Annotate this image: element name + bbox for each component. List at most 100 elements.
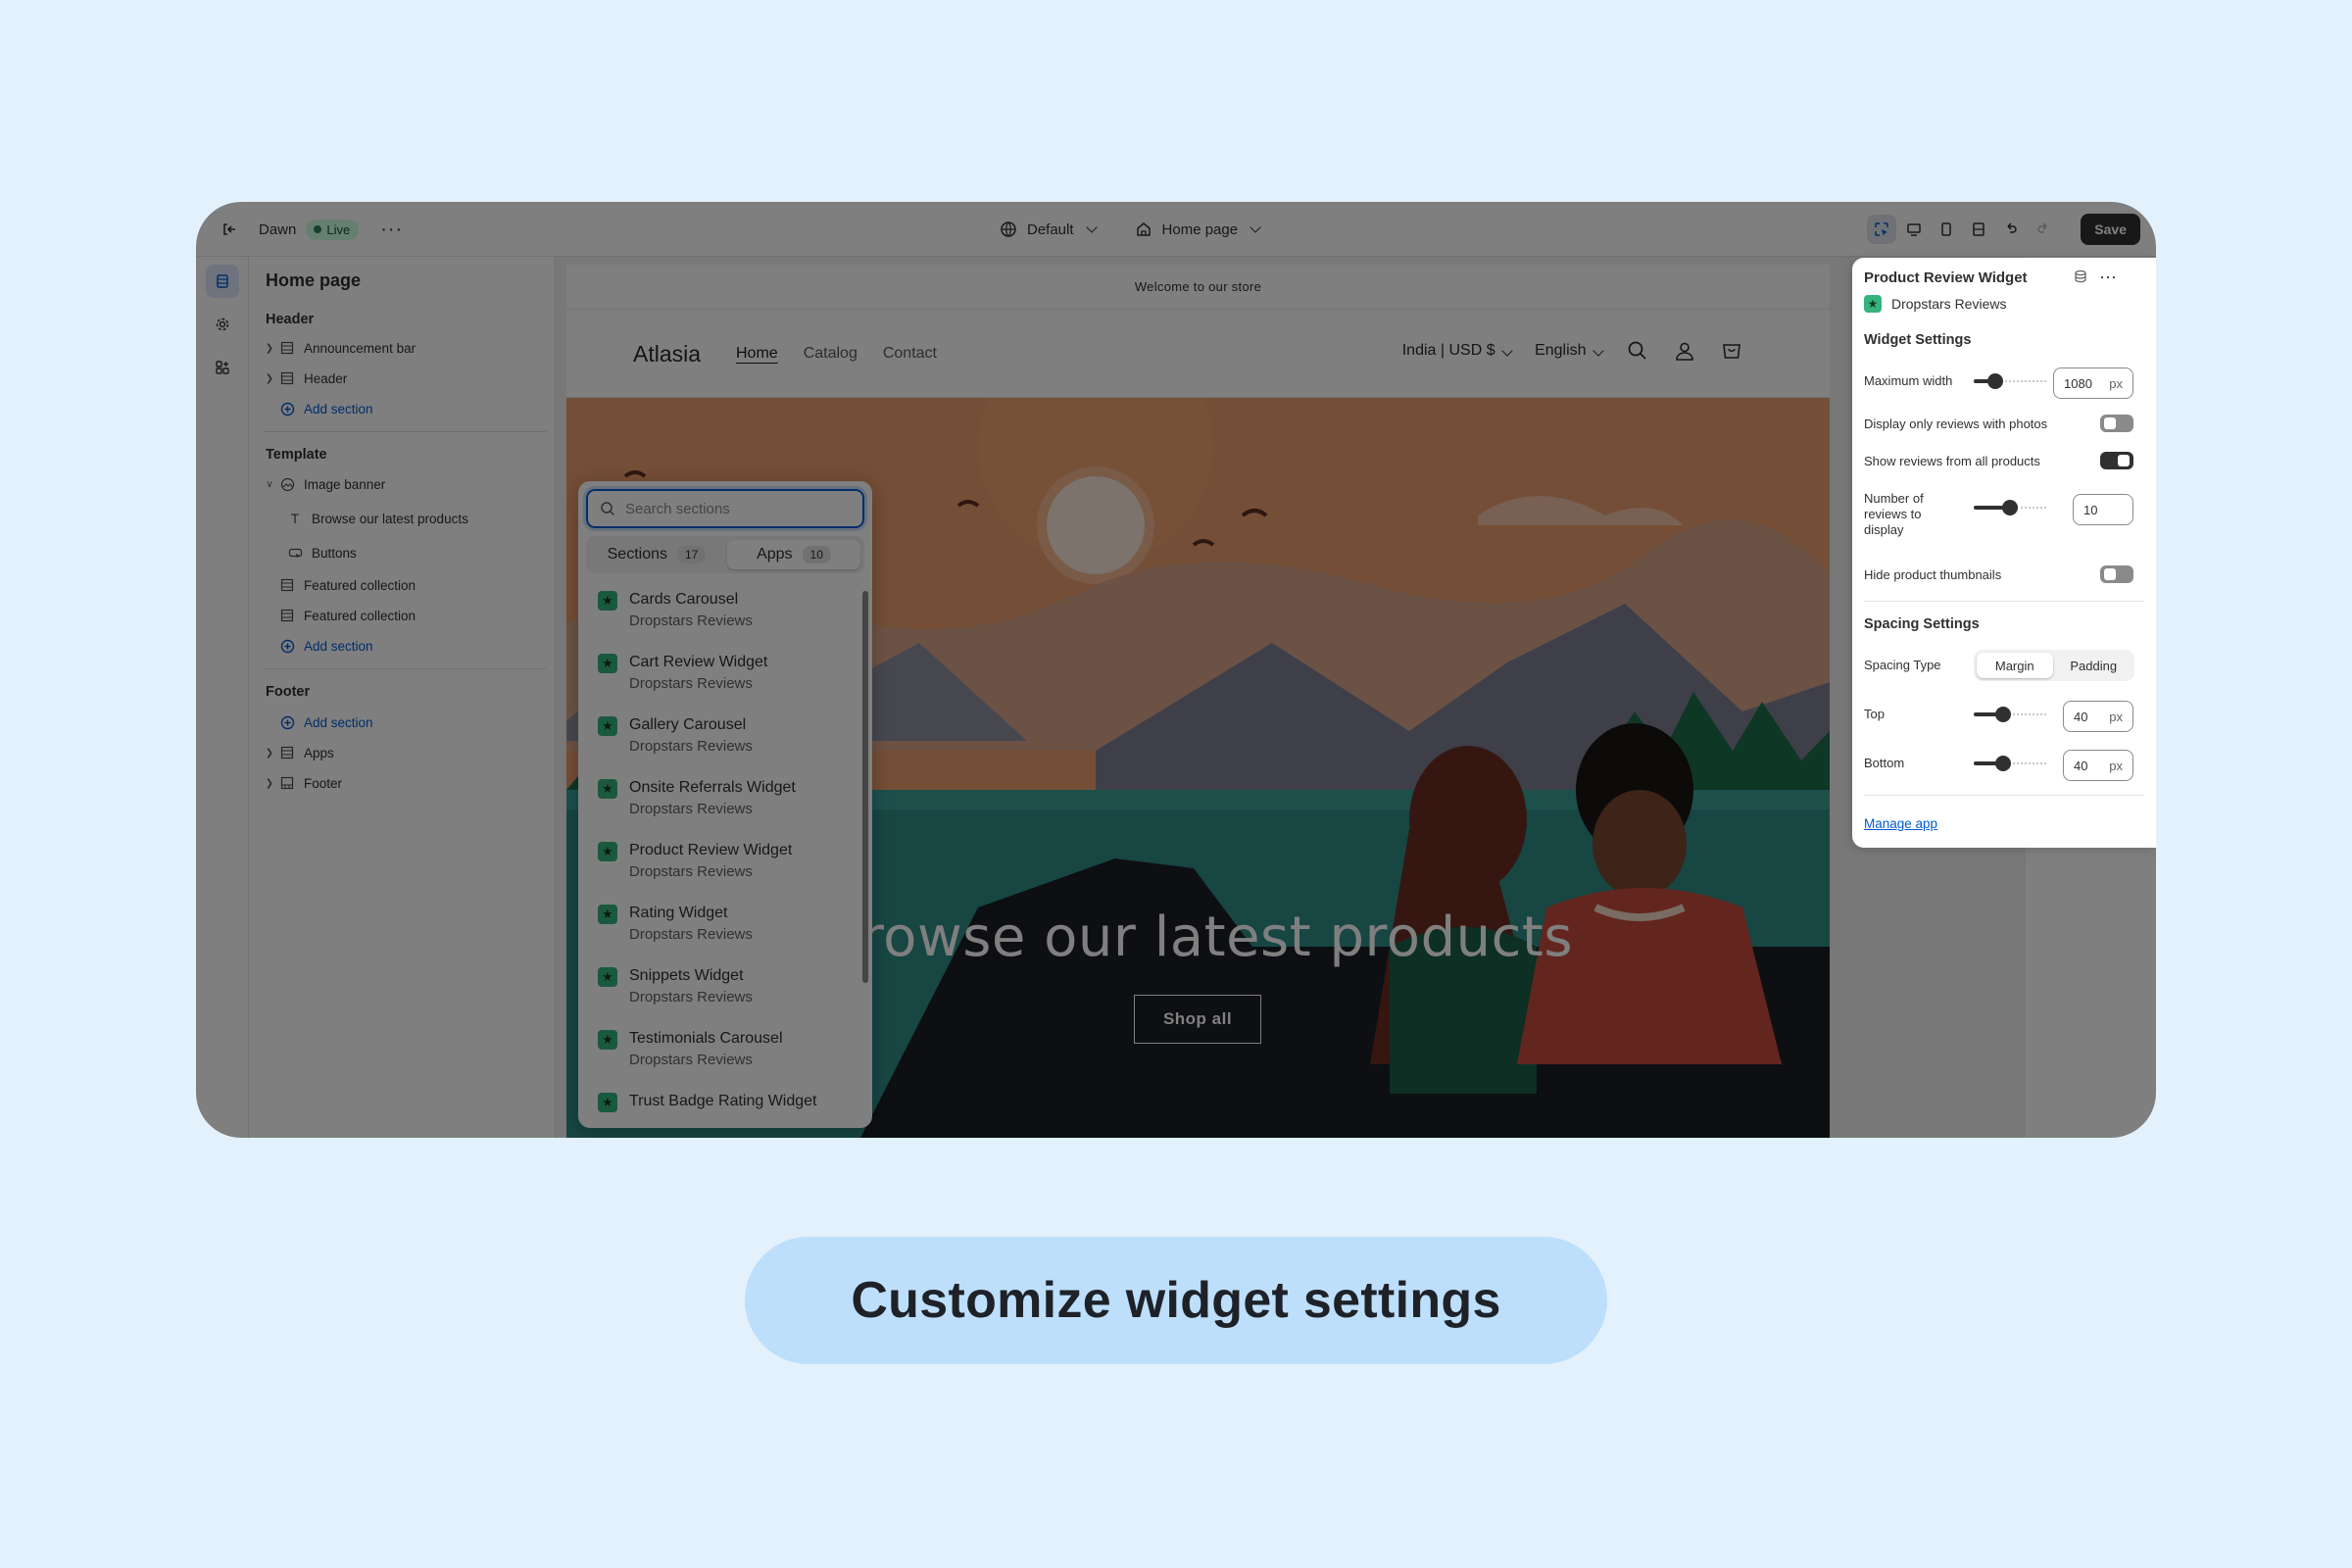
manage-app-link[interactable]: Manage app xyxy=(1864,816,1937,831)
language-selector[interactable]: English xyxy=(1535,342,1604,360)
apps-icon[interactable] xyxy=(206,351,239,384)
gear-icon[interactable] xyxy=(206,308,239,341)
save-button[interactable]: Save xyxy=(2081,214,2140,245)
tab-apps[interactable]: Apps 10 xyxy=(727,540,860,569)
settings-header-actions: ··· xyxy=(2074,268,2117,285)
theme-picker[interactable]: Default xyxy=(1000,220,1098,238)
add-section-template[interactable]: Add section xyxy=(263,635,373,657)
block-label: Browse our latest products xyxy=(312,511,468,526)
max-width-slider[interactable] xyxy=(1974,373,2046,389)
item-app: Dropstars Reviews xyxy=(629,801,753,817)
currency-selector[interactable]: India | USD $ xyxy=(1402,342,1513,360)
plus-circle-icon xyxy=(276,639,298,654)
shop-all-button[interactable]: Shop all xyxy=(1134,995,1261,1044)
slider-knob[interactable] xyxy=(2002,500,2018,515)
star-icon: ★ xyxy=(598,654,617,673)
widget-settings-heading: Widget Settings xyxy=(1864,332,1972,348)
unit-label: px xyxy=(2109,375,2123,391)
chevron-right-icon[interactable]: ❯ xyxy=(263,778,276,789)
tab-label: Sections xyxy=(607,546,667,563)
section-icon xyxy=(276,578,298,592)
slider-knob[interactable] xyxy=(1995,707,2011,722)
list-item[interactable]: ★ Onsite Referrals Widget Dropstars Review… xyxy=(578,771,862,834)
mobile-view-icon[interactable] xyxy=(1932,215,1961,244)
item-app: Dropstars Reviews xyxy=(629,863,753,880)
section-apps[interactable]: ❯ Apps xyxy=(263,742,334,763)
nav-catalog[interactable]: Catalog xyxy=(804,345,858,363)
slider-knob[interactable] xyxy=(1987,373,2003,389)
divider xyxy=(1864,601,2144,602)
section-featured-collection-2[interactable]: Featured collection xyxy=(263,605,416,626)
list-item[interactable]: ★ Rating Widget Dropstars Reviews xyxy=(578,897,862,959)
item-name: Trust Badge Rating Widget xyxy=(629,1093,817,1109)
exit-icon[interactable] xyxy=(212,212,247,247)
bottom-slider[interactable] xyxy=(1974,756,2046,771)
desktop-view-icon[interactable] xyxy=(1899,215,1929,244)
theme-picker-label: Default xyxy=(1027,220,1074,238)
database-icon[interactable] xyxy=(2074,270,2087,283)
list-item[interactable]: ★ Trust Badge Rating Widget xyxy=(578,1085,862,1128)
redo-icon[interactable] xyxy=(2029,215,2058,244)
chevron-right-icon[interactable]: ❯ xyxy=(263,343,276,354)
list-item[interactable]: ★ Cart Review Widget Dropstars Reviews xyxy=(578,646,862,709)
page-picker[interactable]: Home page xyxy=(1135,220,1261,238)
chevron-right-icon[interactable]: ❯ xyxy=(263,373,276,384)
account-icon[interactable] xyxy=(1673,339,1696,363)
spacing-margin-option[interactable]: Margin xyxy=(1977,653,2053,678)
search-input[interactable] xyxy=(625,500,851,517)
scrollbar-thumb[interactable] xyxy=(862,591,868,983)
bottom-field[interactable]: 40 px xyxy=(2063,750,2133,781)
top-field[interactable]: 40 px xyxy=(2063,701,2133,732)
store-logo[interactable]: Atlasia xyxy=(633,341,701,368)
list-item[interactable]: ★ Snippets Widget Dropstars Reviews xyxy=(578,959,862,1022)
hide-thumbs-toggle[interactable] xyxy=(2100,565,2133,583)
spacing-padding-option[interactable]: Padding xyxy=(2056,653,2132,678)
cart-icon[interactable] xyxy=(1720,339,1743,363)
top-slider[interactable] xyxy=(1974,707,2046,722)
list-item[interactable]: ★ Product Review Widget Dropstars Reviews xyxy=(578,834,862,897)
divider xyxy=(263,431,547,432)
slider-knob[interactable] xyxy=(1995,756,2011,771)
announcement-bar: Welcome to our store xyxy=(566,265,1830,310)
section-header[interactable]: ❯ Header xyxy=(263,368,347,389)
more-actions-icon[interactable]: ··· xyxy=(2099,268,2117,285)
undo-icon[interactable] xyxy=(1996,215,2026,244)
max-width-field[interactable]: 1080 px xyxy=(2053,368,2133,399)
section-icon xyxy=(276,341,298,355)
settings-app-row: ★ Dropstars Reviews xyxy=(1864,295,2006,313)
star-icon: ★ xyxy=(598,842,617,861)
num-reviews-slider[interactable] xyxy=(1974,500,2046,515)
all-products-toggle[interactable] xyxy=(2100,452,2133,469)
list-item[interactable]: ★ Cards Carousel Dropstars Reviews xyxy=(578,583,862,646)
search-field[interactable] xyxy=(583,486,867,531)
section-icon xyxy=(276,746,298,760)
photos-only-toggle[interactable] xyxy=(2100,415,2133,432)
bottom-value: 40 xyxy=(2074,758,2088,773)
section-label: Featured collection xyxy=(304,608,416,623)
list-item[interactable]: ★ Gallery Carousel Dropstars Reviews xyxy=(578,709,862,771)
globe-icon xyxy=(1001,221,1016,237)
chevron-down-icon[interactable]: ∨ xyxy=(263,479,276,490)
more-actions-icon[interactable]: ··· xyxy=(380,220,403,239)
sections-icon[interactable] xyxy=(205,265,239,298)
inspector-icon[interactable] xyxy=(1867,215,1897,244)
tab-sections[interactable]: Sections 17 xyxy=(590,540,723,569)
nav-home[interactable]: Home xyxy=(736,345,778,363)
item-name: Cart Review Widget xyxy=(629,654,768,670)
fullscreen-view-icon[interactable] xyxy=(1964,215,1993,244)
section-featured-collection-1[interactable]: Featured collection xyxy=(263,574,416,596)
search-icon[interactable] xyxy=(1626,339,1649,363)
num-reviews-field[interactable]: 10 xyxy=(2073,494,2133,525)
popover-scrollbar[interactable] xyxy=(862,587,868,1121)
nav-contact[interactable]: Contact xyxy=(883,345,937,363)
add-section-header[interactable]: Add section xyxy=(263,398,373,419)
chevron-right-icon[interactable]: ❯ xyxy=(263,748,276,759)
block-buttons[interactable]: Buttons xyxy=(284,542,357,564)
section-label: Featured collection xyxy=(304,577,416,593)
list-item[interactable]: ★ Testimonials Carousel Dropstars Reviews xyxy=(578,1022,862,1085)
add-section-footer[interactable]: Add section xyxy=(263,711,373,733)
section-announcement-bar[interactable]: ❯ Announcement bar xyxy=(263,337,416,359)
section-image-banner[interactable]: ∨ Image banner xyxy=(263,473,385,495)
section-footer[interactable]: ❯ Footer xyxy=(263,772,342,794)
block-banner-text[interactable]: T Browse our latest products xyxy=(284,508,468,529)
